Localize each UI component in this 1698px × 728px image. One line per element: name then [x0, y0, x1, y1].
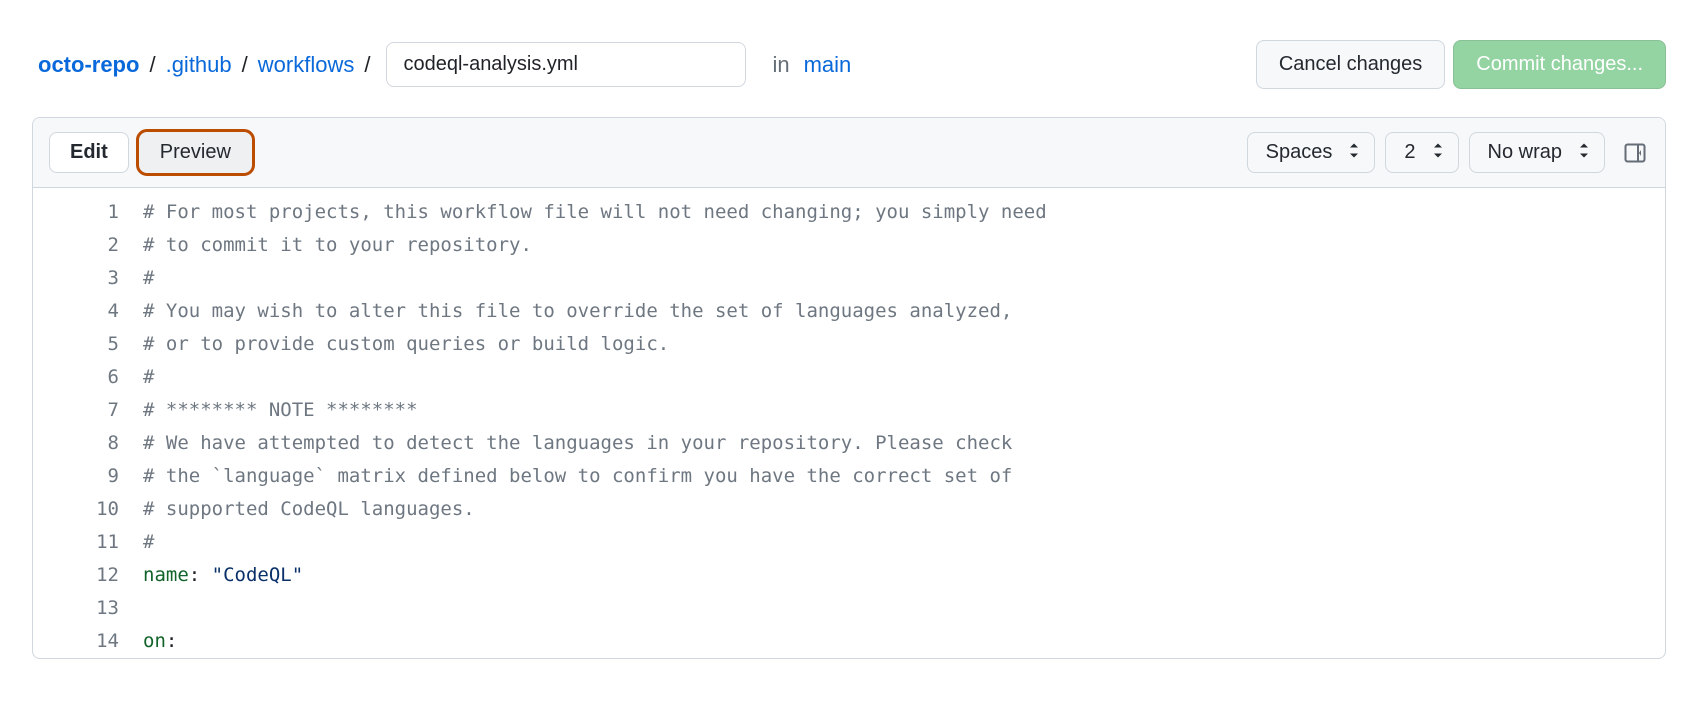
code-line: 4# You may wish to alter this file to ov…	[33, 295, 1665, 328]
tab-edit[interactable]: Edit	[49, 132, 129, 173]
code-line: 10# supported CodeQL languages.	[33, 493, 1665, 526]
in-label: in	[772, 52, 789, 78]
breadcrumb-sep: /	[147, 52, 157, 78]
line-content: # You may wish to alter this file to ove…	[143, 295, 1665, 328]
line-content: #	[143, 526, 1665, 559]
line-content: # or to provide custom queries or build …	[143, 328, 1665, 361]
breadcrumb-path-workflows[interactable]: workflows	[252, 52, 361, 78]
line-content: # We have attempted to detect the langua…	[143, 427, 1665, 460]
line-content: # supported CodeQL languages.	[143, 493, 1665, 526]
code-line: 6#	[33, 361, 1665, 394]
tab-preview[interactable]: Preview	[139, 132, 252, 173]
breadcrumb-sep: /	[362, 52, 372, 78]
indent-size-value: 2	[1404, 141, 1415, 164]
line-content: name: "CodeQL"	[143, 559, 1665, 592]
wrap-mode-value: No wrap	[1488, 141, 1562, 164]
line-content: # For most projects, this workflow file …	[143, 196, 1665, 229]
breadcrumb-sep: /	[240, 52, 250, 78]
file-header: octo-repo / .github / workflows / in mai…	[32, 40, 1666, 89]
line-number: 2	[33, 229, 143, 262]
line-number: 6	[33, 361, 143, 394]
breadcrumb: octo-repo / .github / workflows /	[32, 52, 372, 78]
branch-link[interactable]: main	[804, 52, 852, 78]
filename-input[interactable]	[386, 42, 746, 87]
cancel-button[interactable]: Cancel changes	[1256, 40, 1445, 89]
line-number: 8	[33, 427, 143, 460]
indent-size-select[interactable]: 2	[1385, 132, 1458, 173]
code-line: 13	[33, 592, 1665, 625]
code-editor[interactable]: 1# For most projects, this workflow file…	[33, 188, 1665, 658]
code-line: 11#	[33, 526, 1665, 559]
line-number: 10	[33, 493, 143, 526]
line-number: 14	[33, 625, 143, 658]
line-number: 4	[33, 295, 143, 328]
code-line: 3#	[33, 262, 1665, 295]
code-line: 8# We have attempted to detect the langu…	[33, 427, 1665, 460]
editor-box: Edit Preview Spaces 2 No wrap	[32, 117, 1666, 659]
line-content	[143, 592, 1665, 625]
line-content: on:	[143, 625, 1665, 658]
code-line: 9# the `language` matrix defined below t…	[33, 460, 1665, 493]
line-number: 3	[33, 262, 143, 295]
line-content: # the `language` matrix defined below to…	[143, 460, 1665, 493]
line-content: # ******** NOTE ********	[143, 394, 1665, 427]
line-number: 11	[33, 526, 143, 559]
wrap-mode-select[interactable]: No wrap	[1469, 132, 1605, 173]
indent-mode-select[interactable]: Spaces	[1247, 132, 1376, 173]
code-line: 5# or to provide custom queries or build…	[33, 328, 1665, 361]
editor-toolbar: Edit Preview Spaces 2 No wrap	[33, 118, 1665, 188]
chevron-updown-icon	[1348, 141, 1360, 164]
line-number: 13	[33, 592, 143, 625]
breadcrumb-repo[interactable]: octo-repo	[32, 52, 145, 78]
code-line: 14on:	[33, 625, 1665, 658]
panel-collapse-icon[interactable]	[1621, 139, 1649, 167]
code-line: 12name: "CodeQL"	[33, 559, 1665, 592]
indent-mode-value: Spaces	[1266, 141, 1333, 164]
line-content: #	[143, 361, 1665, 394]
breadcrumb-path-github[interactable]: .github	[160, 52, 238, 78]
chevron-updown-icon	[1432, 141, 1444, 164]
commit-button[interactable]: Commit changes...	[1453, 40, 1666, 89]
code-line: 2# to commit it to your repository.	[33, 229, 1665, 262]
line-number: 9	[33, 460, 143, 493]
line-number: 5	[33, 328, 143, 361]
code-line: 7# ******** NOTE ********	[33, 394, 1665, 427]
line-number: 7	[33, 394, 143, 427]
code-line: 1# For most projects, this workflow file…	[33, 196, 1665, 229]
line-number: 1	[33, 196, 143, 229]
line-number: 12	[33, 559, 143, 592]
line-content: #	[143, 262, 1665, 295]
line-content: # to commit it to your repository.	[143, 229, 1665, 262]
chevron-updown-icon	[1578, 141, 1590, 164]
